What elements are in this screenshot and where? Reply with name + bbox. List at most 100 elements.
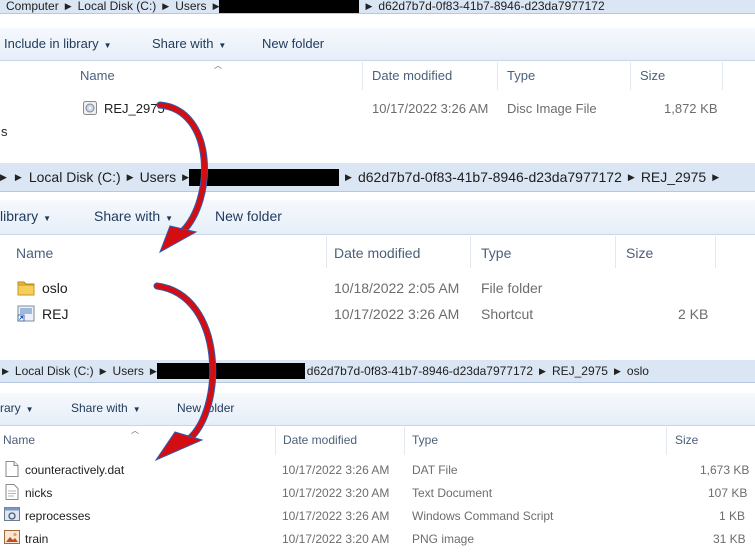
breadcrumb-arrow-icon[interactable]: ▶ <box>150 366 157 377</box>
file-name: train <box>25 532 49 546</box>
image-icon <box>4 530 20 544</box>
column-separator[interactable] <box>722 62 723 90</box>
file-name: counteractively.dat <box>25 463 125 477</box>
file-name: reprocesses <box>25 509 91 523</box>
column-separator[interactable] <box>666 427 667 455</box>
column-separator[interactable] <box>715 236 716 268</box>
file-date: 10/18/2022 2:05 AM <box>334 280 460 296</box>
column-header-date-modified[interactable]: Date modified <box>372 68 452 83</box>
breadcrumb-rej-2975[interactable]: REJ_2975 <box>641 169 706 185</box>
column-separator[interactable] <box>615 236 616 268</box>
column-separator[interactable] <box>362 62 363 90</box>
breadcrumb-arrow-icon[interactable]: ▶ <box>127 172 134 183</box>
folder-icon <box>17 281 35 296</box>
file-size: 1,673 KB <box>700 463 750 477</box>
column-header-name[interactable]: Name <box>80 68 115 83</box>
column-separator[interactable] <box>275 427 276 455</box>
column-separator[interactable] <box>630 62 631 90</box>
breadcrumb-arrow-icon[interactable]: ▶ <box>213 1 220 12</box>
column-header-date-modified[interactable]: Date modified <box>283 433 357 447</box>
breadcrumb-arrow-icon[interactable]: ▶ <box>365 1 372 12</box>
column-header-size[interactable]: Size <box>640 68 665 83</box>
breadcrumb-users[interactable]: Users <box>113 364 144 378</box>
redaction-box <box>156 363 305 379</box>
breadcrumb-arrow-icon[interactable]: ▶ <box>100 366 107 377</box>
explorer-panel-3: ▶ Local Disk (C:) ▶ Users ▶ d62d7b7d-0f8… <box>0 355 755 557</box>
share-with-button[interactable]: Share with ▼ <box>71 401 141 415</box>
breadcrumb-arrow-icon[interactable]: ▶ <box>539 366 546 377</box>
file-type: Text Document <box>412 486 493 500</box>
breadcrumb-arrow-icon[interactable]: ▶ <box>0 172 7 183</box>
breadcrumb-arrow-icon[interactable]: ▶ <box>162 1 169 12</box>
shortcut-icon <box>17 305 35 322</box>
breadcrumb-local-disk[interactable]: Local Disk (C:) <box>29 169 121 185</box>
file-date: 10/17/2022 3:20 AM <box>282 532 390 546</box>
new-folder-button[interactable]: New folder <box>215 208 282 224</box>
column-separator[interactable] <box>497 62 498 90</box>
file-date: 10/17/2022 3:26 AM <box>282 509 390 523</box>
address-bar[interactable]: ▶ ▶ Local Disk (C:) ▶ Users ▶ ▶ d62d7b7d… <box>0 163 755 192</box>
include-in-library-button[interactable]: library ▼ <box>0 208 51 224</box>
file-name: oslo <box>42 280 68 296</box>
column-separator[interactable] <box>470 236 471 268</box>
file-name: REJ_2975 <box>104 101 165 116</box>
address-bar[interactable]: ▶ Local Disk (C:) ▶ Users ▶ d62d7b7d-0f8… <box>0 360 755 383</box>
breadcrumb-local-disk[interactable]: Local Disk (C:) <box>78 0 157 13</box>
file-icon <box>5 461 19 477</box>
breadcrumb-user-folder[interactable]: d62d7b7d-0f83-41b7-8946-d23da7977172 <box>358 169 622 185</box>
file-date: 10/17/2022 3:26 AM <box>334 306 460 322</box>
new-folder-button[interactable]: New folder <box>177 401 234 415</box>
sort-chevron-icon: ︿ <box>131 426 139 435</box>
breadcrumb-arrow-icon[interactable]: ▶ <box>614 366 621 377</box>
column-header-type[interactable]: Type <box>507 68 535 83</box>
breadcrumb-arrow-icon[interactable]: ▶ <box>345 172 352 183</box>
column-header-date-modified[interactable]: Date modified <box>334 245 420 261</box>
file-type: Shortcut <box>481 306 534 322</box>
include-in-library-button[interactable]: rary ▼ <box>0 401 34 415</box>
breadcrumb-arrow-icon[interactable]: ▶ <box>2 366 9 377</box>
disc-image-icon <box>83 101 97 115</box>
breadcrumb-local-disk[interactable]: Local Disk (C:) <box>15 364 94 378</box>
text-file-icon <box>5 484 19 500</box>
dropdown-arrow-icon: ▼ <box>132 405 141 414</box>
file-name: REJ <box>42 306 69 322</box>
breadcrumb-rej-2975[interactable]: REJ_2975 <box>552 364 608 378</box>
sidebar-fragment: s <box>1 124 8 139</box>
breadcrumb-arrow-icon[interactable]: ▶ <box>712 172 719 183</box>
breadcrumb-arrow-icon[interactable]: ▶ <box>15 172 22 183</box>
column-header-name[interactable]: Name <box>3 433 35 447</box>
breadcrumb-user-folder[interactable]: d62d7b7d-0f83-41b7-8946-d23da7977172 <box>378 0 604 13</box>
column-separator[interactable] <box>404 427 405 455</box>
share-with-button[interactable]: Share with ▼ <box>152 36 226 51</box>
breadcrumb-oslo[interactable]: oslo <box>627 364 649 378</box>
breadcrumb-computer[interactable]: Computer <box>6 0 59 13</box>
new-folder-button[interactable]: New folder <box>262 36 324 51</box>
column-header-size[interactable]: Size <box>626 245 653 261</box>
breadcrumb-arrow-icon[interactable]: ▶ <box>65 1 72 12</box>
column-header-type[interactable]: Type <box>481 245 511 261</box>
file-size: 1,872 KB <box>664 101 718 116</box>
command-bar: library ▼ Share with ▼ New folder <box>0 200 755 235</box>
explorer-panel-1: Computer ▶ Local Disk (C:) ▶ Users ▶ ▶ d… <box>0 0 755 158</box>
file-size: 107 KB <box>708 486 748 500</box>
breadcrumb-users[interactable]: Users <box>175 0 206 13</box>
dropdown-arrow-icon: ▼ <box>25 405 34 414</box>
breadcrumb-arrow-icon[interactable]: ▶ <box>628 172 635 183</box>
column-header-size[interactable]: Size <box>675 433 698 447</box>
breadcrumb-arrow-icon[interactable]: ▶ <box>182 172 189 183</box>
file-size: 31 KB <box>713 532 746 546</box>
dropdown-arrow-icon: ▼ <box>103 41 112 50</box>
script-icon <box>4 507 20 521</box>
share-with-button[interactable]: Share with ▼ <box>94 208 173 224</box>
file-type: PNG image <box>412 532 475 546</box>
breadcrumb-user-folder[interactable]: d62d7b7d-0f83-41b7-8946-d23da7977172 <box>307 364 533 378</box>
breadcrumb-users[interactable]: Users <box>140 169 177 185</box>
column-header-name[interactable]: Name <box>16 245 53 261</box>
column-separator[interactable] <box>326 236 327 268</box>
file-type: DAT File <box>412 463 458 477</box>
column-header-type[interactable]: Type <box>412 433 438 447</box>
redaction-box <box>189 168 340 186</box>
include-in-library-button[interactable]: Include in library ▼ <box>4 36 112 51</box>
address-bar[interactable]: Computer ▶ Local Disk (C:) ▶ Users ▶ ▶ d… <box>0 0 755 14</box>
dropdown-arrow-icon: ▼ <box>165 214 174 223</box>
